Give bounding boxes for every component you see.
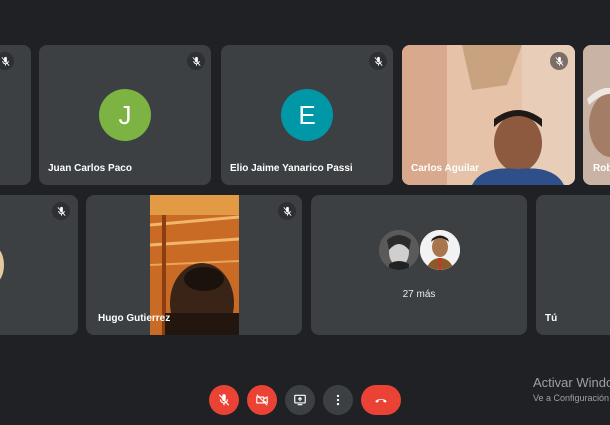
camera-toggle-button[interactable] [247,385,277,415]
mic-off-icon [187,52,205,70]
mic-off-icon [52,202,70,220]
activation-watermark-title: Activar Windows [533,375,610,390]
participant-name: Tú [545,313,558,324]
avatar [420,230,460,270]
leave-call-button[interactable] [361,385,401,415]
avatar [379,230,419,270]
participant-name: Elio Jaime Yanarico Passi [230,163,353,174]
mic-off-icon [369,52,387,70]
self-tile[interactable]: Tú [536,195,610,335]
activation-watermark-subtitle: Ve a Configuración [533,393,610,403]
more-options-button[interactable] [323,385,353,415]
participant-tile-left-partial-2[interactable] [0,195,78,335]
participant-tile-juan[interactable]: J Juan Carlos Paco [39,45,211,185]
avatar-partial [0,247,4,283]
avatar: J [99,89,151,141]
participant-tile-carlos[interactable]: Carlos Aguilar [402,45,575,185]
avatar-initial: J [118,99,132,130]
participant-tile-elio[interactable]: E Elio Jaime Yanarico Passi [221,45,393,185]
present-screen-button[interactable] [285,385,315,415]
avatar-initial: E [298,99,316,130]
participant-name: Rob [593,163,610,174]
participant-name: Carlos Aguilar [411,163,479,174]
mic-off-icon [278,202,296,220]
participant-tile-hugo[interactable]: Hugo Gutierrez [86,195,302,335]
present-screen-icon [294,394,306,406]
more-participants-tile[interactable]: 27 más [311,195,527,335]
participant-name: Juan Carlos Paco [48,163,132,174]
more-participants-label: 27 más [402,289,436,300]
avatar: E [281,89,333,141]
mic-off-icon [0,52,14,70]
participant-tile-rob[interactable]: Rob [583,45,610,185]
mic-toggle-button[interactable] [209,385,239,415]
participant-name: Hugo Gutierrez [98,313,171,324]
more-vert-icon [336,394,340,406]
camera-off-icon [256,394,268,406]
participant-tile-left-partial[interactable] [0,45,31,185]
mic-off-icon [550,52,568,70]
hang-up-icon [375,398,387,403]
mic-off-icon [218,394,230,406]
